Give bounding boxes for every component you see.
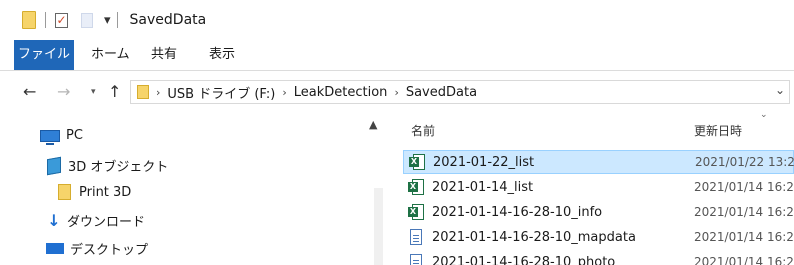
file-row[interactable]: X 2021-01-14_list 2021/01/14 16:28 [403, 175, 794, 199]
column-header-name[interactable]: 名前 [411, 122, 435, 139]
recent-locations-icon[interactable]: ▾ [91, 87, 96, 97]
tab-file[interactable]: ファイル [14, 40, 74, 70]
tab-home[interactable]: ホーム [91, 40, 130, 70]
file-row[interactable]: X 2021-01-14-16-28-10_info 2021/01/14 16… [403, 200, 794, 224]
sort-chevron-icon: ⌄ [760, 110, 768, 120]
file-name: 2021-01-14-16-28-10_info [432, 204, 603, 220]
file-row[interactable]: 2021-01-14-16-28-10_photo 2021/01/14 16:… [403, 250, 794, 265]
excel-icon: X [408, 179, 424, 195]
nav-scrollbar[interactable] [374, 188, 383, 265]
quick-access-toolbar: ✓ ▾ SavedData [22, 11, 206, 29]
document-icon [410, 229, 422, 245]
address-bar[interactable]: › USB ドライブ (F:) › LeakDetection › SavedD… [130, 80, 790, 104]
chevron-right-icon[interactable]: › [156, 86, 160, 99]
chevron-right-icon[interactable]: › [394, 86, 398, 99]
file-date: 2021/01/14 16:28 [694, 205, 794, 219]
forward-arrow-icon[interactable]: → [57, 82, 70, 101]
file-name: 2021-01-14-16-28-10_mapdata [432, 229, 636, 245]
nav-item-print-3d[interactable]: Print 3D [58, 184, 131, 200]
file-list: 名前 更新日時 ⌄ X 2021-01-22_list 2021/01/22 1… [397, 110, 794, 265]
file-name: 2021-01-22_list [433, 154, 535, 170]
nav-item-pc[interactable]: PC [40, 128, 83, 145]
file-name: 2021-01-14_list [432, 179, 534, 195]
nav-item-label: デスクトップ [70, 243, 149, 258]
tab-view[interactable]: 表示 [209, 40, 235, 70]
chevron-right-icon[interactable]: › [282, 86, 286, 99]
folder-icon [22, 11, 36, 29]
file-date: 2021/01/14 16:28 [694, 255, 794, 265]
nav-item-label: 3D オブジェクト [68, 160, 169, 175]
3d-objects-icon [47, 156, 61, 175]
excel-icon: X [408, 204, 424, 220]
breadcrumb-drive[interactable]: USB ドライブ (F:) [167, 83, 275, 102]
file-name: 2021-01-14-16-28-10_photo [432, 254, 616, 265]
divider [45, 12, 46, 28]
document-icon [410, 254, 422, 265]
chevron-down-icon[interactable]: ⌄ [775, 83, 785, 97]
nav-item-downloads[interactable]: ↓ ダウンロード [47, 211, 145, 230]
computer-icon [40, 129, 60, 145]
nav-item-3d-objects[interactable]: 3D オブジェクト [47, 156, 168, 175]
navigation-pane: ▲ PC 3D オブジェクト Print 3D ↓ ダウンロード デスクトップ [0, 112, 385, 265]
nav-item-label: Print 3D [79, 184, 132, 200]
nav-item-desktop[interactable]: デスクトップ [46, 239, 148, 258]
ribbon-tabs: ファイル ホーム 共有 表示 [0, 40, 794, 71]
desktop-icon [46, 243, 64, 254]
new-folder-icon[interactable] [81, 12, 93, 28]
window-title: SavedData [129, 12, 207, 28]
breadcrumb-leakdetection[interactable]: LeakDetection [294, 85, 388, 100]
excel-icon: X [409, 154, 425, 170]
file-date: 2021/01/22 13:25 [695, 155, 794, 169]
breadcrumb-saveddata[interactable]: SavedData [406, 85, 477, 100]
divider [116, 12, 118, 28]
file-row[interactable]: X 2021-01-22_list 2021/01/22 13:25 [403, 150, 794, 174]
up-arrow-icon[interactable]: ↑ [108, 82, 121, 101]
properties-icon[interactable]: ✓ [55, 12, 68, 28]
file-date: 2021/01/14 16:28 [694, 230, 794, 244]
customize-toolbar-icon[interactable]: ▾ [104, 13, 111, 28]
column-header-date[interactable]: 更新日時 [694, 122, 742, 139]
tab-share[interactable]: 共有 [151, 40, 177, 70]
nav-item-label: PC [66, 128, 83, 143]
folder-icon [58, 184, 71, 200]
file-row[interactable]: 2021-01-14-16-28-10_mapdata 2021/01/14 1… [403, 225, 794, 249]
nav-item-label: ダウンロード [67, 215, 146, 230]
explorer-window: ✓ ▾ SavedData ファイル ホーム 共有 表示 ← → ▾ ↑ › U… [0, 0, 794, 265]
download-arrow-icon: ↓ [47, 210, 61, 230]
address-row: ← → ▾ ↑ › USB ドライブ (F:) › LeakDetection … [0, 76, 794, 108]
back-arrow-icon[interactable]: ← [23, 82, 36, 101]
folder-icon [137, 85, 149, 99]
chevron-up-icon[interactable]: ▲ [369, 118, 377, 131]
file-date: 2021/01/14 16:28 [694, 180, 794, 194]
title-bar: ✓ ▾ SavedData [0, 0, 794, 40]
